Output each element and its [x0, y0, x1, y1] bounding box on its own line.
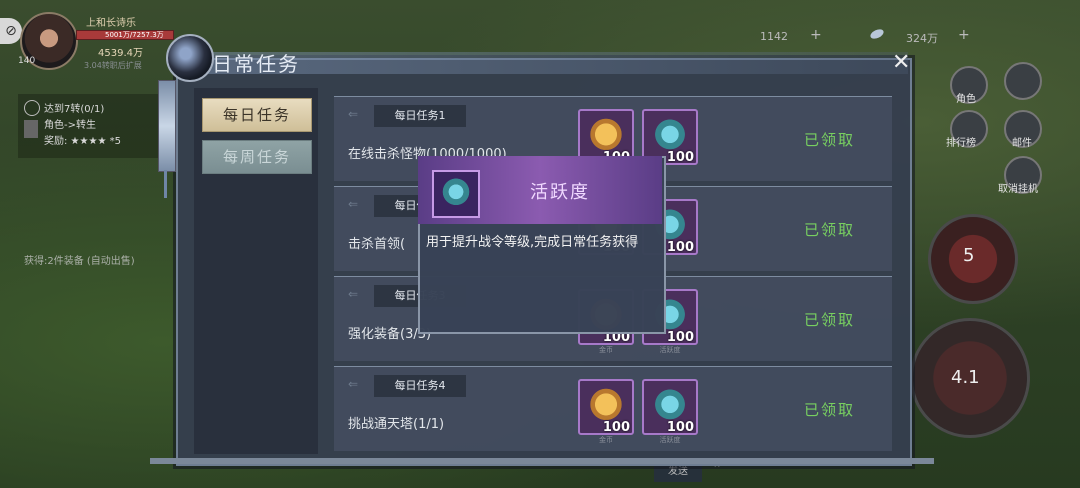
- quest-title: 每日任务1: [374, 105, 466, 127]
- resource-1-value: 1142: [760, 30, 788, 43]
- cancel-hangup-label: 取消挂机: [998, 184, 1038, 195]
- lantern-decoration: [158, 80, 176, 172]
- gold-coin-icon[interactable]: 100 金币: [578, 379, 634, 444]
- tab-daily[interactable]: 每日任务: [202, 98, 312, 132]
- reward-count: 100: [602, 420, 630, 435]
- collapse-hud-button[interactable]: ⊘: [0, 18, 22, 44]
- claimed-status: 已领取: [804, 221, 856, 239]
- claimed-status: 已领取: [804, 131, 856, 149]
- reward-count: 100: [666, 420, 694, 435]
- feather-icon: [868, 27, 886, 41]
- reward-count: 100: [666, 150, 694, 165]
- arrow-left-icon: ⇐: [348, 377, 359, 391]
- resource-2-add-button[interactable]: +: [958, 27, 970, 43]
- role-label: 角色: [956, 94, 976, 105]
- reward-count: 100: [666, 240, 694, 255]
- arrow-left-icon: ⇐: [348, 287, 359, 301]
- tooltip-description: 用于提升战令等级,完成日常任务获得: [426, 235, 639, 250]
- combat-power: 4539.4万: [98, 48, 143, 59]
- back-arrow-icon[interactable]: [1004, 62, 1042, 100]
- quest-title: 每日任务4: [374, 375, 466, 397]
- arrow-left-icon: ⇐: [348, 107, 359, 121]
- rank-label: 排行榜: [946, 138, 976, 149]
- claimed-status: 已领取: [804, 311, 856, 329]
- hp-bar: 5001万/7257.3万: [76, 30, 174, 40]
- reward-label: 金币: [599, 436, 613, 444]
- tracker-line-1: 达到7转(0/1): [44, 104, 105, 115]
- quest-tracker[interactable]: 达到7转(0/1) 角色->转生 奖励: ★★★★ *5: [18, 94, 168, 158]
- title-orb-icon: [166, 34, 214, 82]
- reward-label: 活跃度: [659, 436, 681, 444]
- attack-button[interactable]: 4.1: [910, 318, 1030, 438]
- reward-label: 金币: [599, 346, 613, 354]
- lantern-tassel: [164, 170, 167, 198]
- quest-desc: 击杀首领(: [348, 237, 406, 252]
- resource-1-add-button[interactable]: +: [810, 27, 822, 43]
- tooltip-title: 活跃度: [530, 182, 590, 203]
- quest-desc: 挑战通天塔(1/1): [348, 417, 445, 432]
- tracker-line-3: 奖励: ★★★★ *5: [44, 136, 121, 147]
- drop-notice: 获得:2件装备 (自动出售): [24, 256, 135, 267]
- skill-cooldown-b: 4.1: [951, 367, 980, 388]
- character-icon: [24, 120, 38, 138]
- skill-button-cooldown[interactable]: 5: [928, 214, 1018, 304]
- resource-2-value: 324万: [906, 32, 938, 45]
- panel-title: 日常任务: [212, 52, 300, 76]
- player-subtext: 3.04转职后扩展: [84, 61, 142, 70]
- reward-label: 活跃度: [659, 346, 681, 354]
- activity-token-icon: [432, 170, 480, 218]
- claimed-status: 已领取: [804, 401, 856, 419]
- player-name: 上和长诗乐: [86, 18, 136, 29]
- skill-cooldown-a: 5: [963, 245, 975, 266]
- hp-text: 5001万/7257.3万: [105, 31, 164, 39]
- panel-bottom-edge: [150, 458, 934, 464]
- tab-weekly[interactable]: 每周任务: [202, 140, 312, 174]
- close-icon[interactable]: ✕: [892, 50, 910, 75]
- activity-token-icon[interactable]: 100 活跃度: [642, 379, 698, 444]
- arrow-left-icon: ⇐: [348, 197, 359, 211]
- player-level: 140: [18, 56, 36, 66]
- quest-row: ⇐ 每日任务4 挑战通天塔(1/1) 100 金币 100 活跃度 已领取: [334, 366, 892, 451]
- quest-icon: [24, 100, 40, 116]
- mail-label: 邮件: [1012, 138, 1032, 149]
- tracker-line-2: 角色->转生: [44, 120, 96, 131]
- reward-count: 100: [666, 330, 694, 345]
